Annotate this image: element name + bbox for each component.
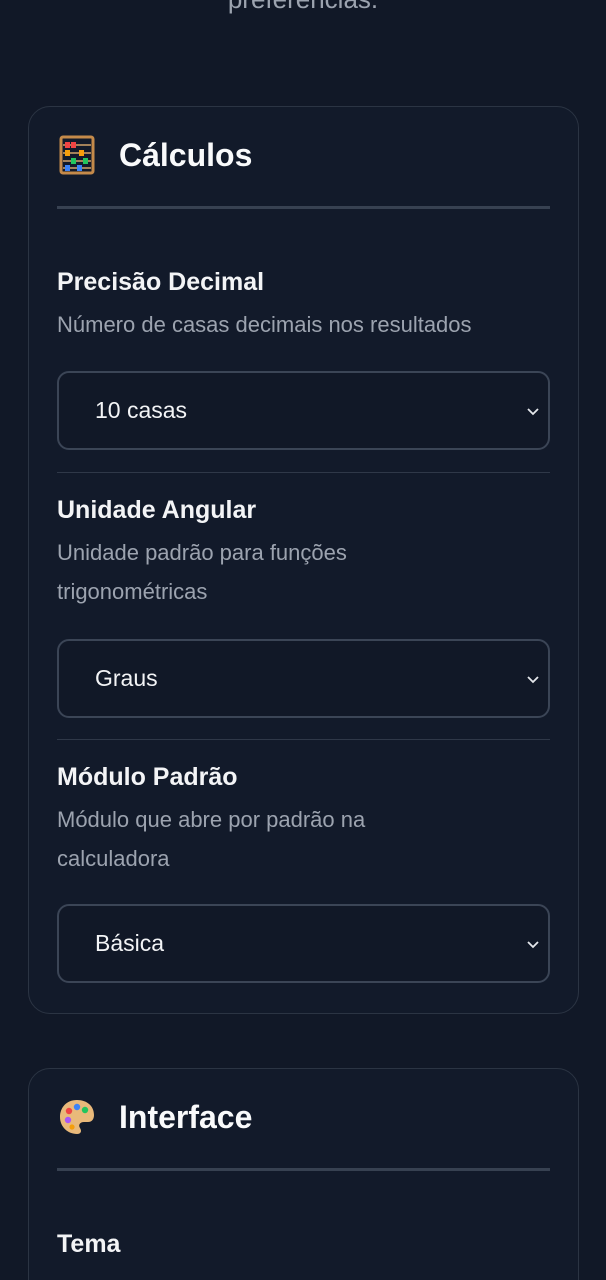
default-module-value: Básica: [95, 930, 165, 956]
calculations-header: Cálculos: [57, 133, 550, 209]
interface-title: Interface: [119, 1099, 253, 1135]
default-module-description: Módulo que abre por padrão na calculador…: [57, 807, 366, 871]
angular-unit-setting: Unidade Angular Unidade padrão para funç…: [57, 495, 550, 725]
angular-unit-select[interactable]: Graus: [57, 639, 550, 718]
angular-unit-label: Unidade Angular: [57, 496, 257, 524]
decimal-precision-select[interactable]: 10 casas: [57, 371, 550, 450]
default-module-select[interactable]: Básica: [57, 904, 550, 983]
palette-icon: [60, 1100, 94, 1134]
divider: [57, 472, 550, 473]
decimal-precision-setting: Precisão Decimal Número de casas decimai…: [57, 267, 550, 457]
chevron-down-icon: [527, 940, 539, 948]
calculations-card: Cálculos Precisão Decimal Número de casa…: [28, 106, 579, 1014]
interface-card: Interface Tema: [28, 1068, 579, 1280]
calculations-title: Cálculos: [119, 137, 253, 173]
default-module-setting: Módulo Padrão Módulo que abre por padrão…: [57, 762, 550, 992]
decimal-precision-label: Precisão Decimal: [57, 268, 265, 296]
chevron-down-icon: [527, 407, 539, 415]
angular-unit-description: Unidade padrão para funções trigonométri…: [57, 540, 347, 604]
divider: [57, 739, 550, 740]
intro-text-tail: preferências.: [0, 0, 606, 15]
abacus-icon: [59, 135, 95, 175]
theme-label: Tema: [57, 1230, 121, 1258]
settings-page: preferências. Cálculos Precisão Decimal …: [0, 0, 606, 1280]
chevron-down-icon: [527, 675, 539, 683]
angular-unit-value: Graus: [95, 665, 158, 691]
decimal-precision-value: 10 casas: [95, 397, 188, 423]
default-module-label: Módulo Padrão: [57, 763, 238, 791]
decimal-precision-description: Número de casas decimais nos resultados: [57, 312, 472, 337]
theme-setting: Tema: [57, 1229, 550, 1269]
interface-header: Interface: [57, 1095, 550, 1171]
